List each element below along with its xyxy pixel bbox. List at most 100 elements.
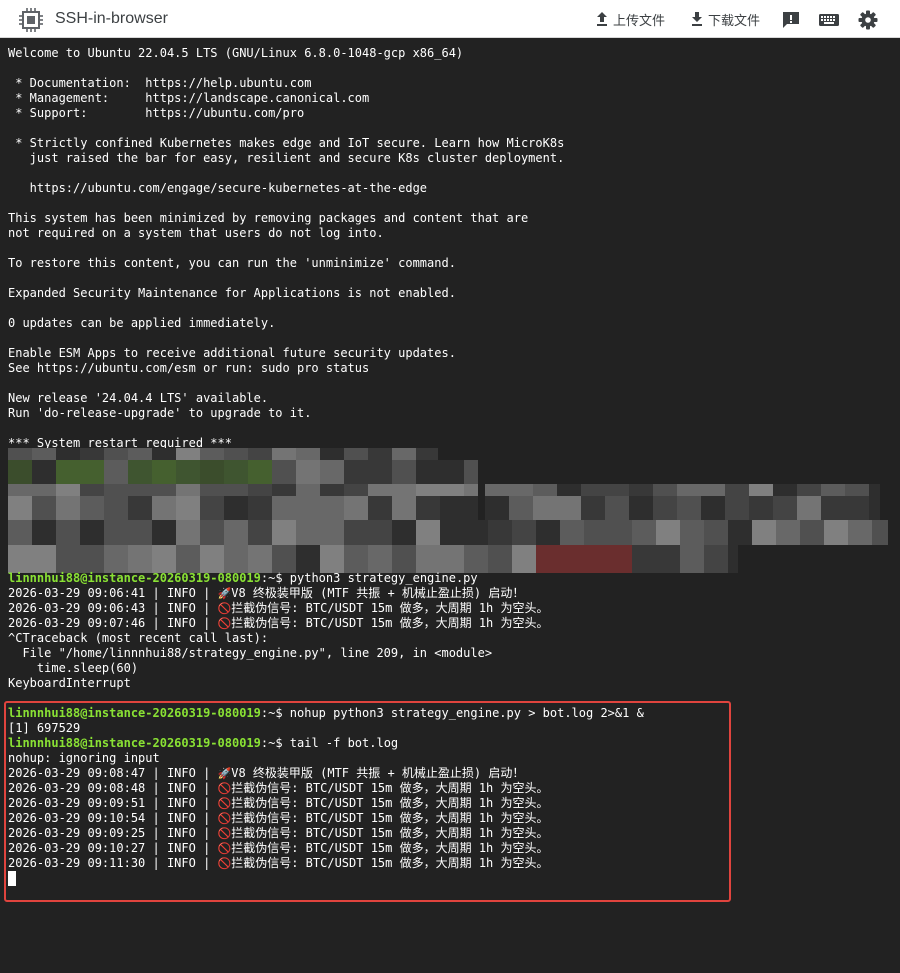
pixel-block [152, 520, 176, 545]
pixel-block [176, 496, 200, 520]
pixel-block [776, 520, 800, 545]
pixel-block [584, 545, 608, 573]
log-timestamp: 2026-03-29 09:06:41 [8, 586, 146, 600]
motd-line: This system has been minimized by removi… [8, 211, 529, 225]
pixel-block [320, 484, 344, 496]
traceback-line: File "/home/linnnhui88/strategy_engine.p… [8, 646, 493, 660]
log-message: V8 终极装甲版 (MTF 共振 + 机械止盈止损) 启动！ [231, 586, 525, 600]
download-icon [692, 12, 702, 26]
gear-icon[interactable] [857, 9, 879, 31]
pixel-block [32, 520, 56, 545]
pixel-block [560, 545, 584, 573]
download-file-button[interactable]: 下载文件 [689, 9, 760, 29]
pixel-block [128, 496, 152, 520]
pixel-block [272, 448, 296, 460]
pixel-block [8, 448, 32, 460]
pixel-block [80, 520, 104, 545]
pixel-block [200, 484, 224, 496]
log-message: 拦截伪信号: BTC/USDT 15m 做多，大周期 1h 为空头。 [231, 601, 549, 615]
pixel-block [344, 496, 368, 520]
app-title: SSH-in-browser [55, 10, 168, 27]
pixel-block [512, 520, 536, 545]
pixel-block [584, 520, 608, 545]
pixel-block [605, 496, 629, 520]
terminal[interactable]: Welcome to Ubuntu 22.04.5 LTS (GNU/Linux… [0, 38, 900, 973]
pixel-block [728, 520, 752, 545]
keyboard-icon[interactable] [818, 9, 840, 31]
pixel-block [272, 496, 296, 520]
prohibited-icon: 🚫 [217, 602, 232, 615]
pixel-block [557, 484, 581, 496]
pixel-block [512, 545, 536, 573]
pixel-block [32, 484, 56, 496]
pixel-block [104, 520, 128, 545]
pixel-block [296, 448, 320, 460]
pixel-block [392, 460, 416, 484]
pixel-block [128, 520, 152, 545]
pixel-block [8, 496, 32, 520]
pixel-block [128, 448, 152, 460]
pixel-block [653, 496, 677, 520]
pixel-block [509, 496, 533, 520]
pixel-block [320, 448, 344, 460]
pixel-block [8, 460, 32, 484]
pixel-block [248, 520, 272, 545]
pixel-block [80, 496, 104, 520]
pixel-block [392, 448, 416, 460]
pixel-block [152, 448, 176, 460]
pixel-block [80, 484, 104, 496]
pixel-block [800, 520, 824, 545]
log-line: 2026-03-29 09:06:41 | INFO | 🚀V8 终极装甲版 (… [8, 586, 524, 601]
pixel-block [629, 484, 653, 496]
pixel-block [416, 545, 440, 573]
pixel-block [320, 520, 344, 545]
pixel-block [296, 496, 320, 520]
pixel-block [272, 520, 296, 545]
log-timestamp: 2026-03-29 09:06:43 [8, 601, 146, 615]
pixel-block [416, 496, 440, 520]
pixel-block [416, 460, 440, 484]
upload-file-button[interactable]: 上传文件 [594, 9, 665, 29]
pixel-block [704, 520, 728, 545]
pixel-block [344, 484, 368, 496]
pixel-block [368, 484, 392, 496]
motd-line: To restore this content, you can run the… [8, 256, 456, 270]
motd-line: just raised the bar for easy, resilient … [8, 151, 565, 165]
pixel-block [176, 484, 200, 496]
feedback-icon[interactable] [780, 9, 802, 31]
pixel-block [629, 496, 653, 520]
pixel-block [464, 460, 478, 484]
pixel-block [533, 496, 557, 520]
pixel-block [152, 496, 176, 520]
log-level: | INFO | [145, 586, 218, 600]
pixel-block [224, 460, 248, 484]
pixel-block [32, 496, 56, 520]
pixel-block [656, 520, 680, 545]
pixel-block [248, 448, 272, 460]
pixel-block [56, 496, 80, 520]
motd-line: Expanded Security Maintenance for Applic… [8, 286, 456, 300]
pixel-block [821, 496, 845, 520]
pixel-block [509, 484, 533, 496]
upload-file-label: 上传文件 [613, 12, 666, 28]
log-level: | INFO | [145, 616, 218, 630]
pixel-block [128, 545, 152, 573]
log-level: | INFO | [145, 601, 218, 615]
log-line: 2026-03-29 09:06:43 | INFO | 🚫拦截伪信号: BTC… [8, 601, 549, 616]
pixel-block [152, 484, 176, 496]
prohibited-icon: 🚫 [217, 617, 232, 630]
pixel-block [224, 484, 248, 496]
pixel-block [104, 460, 128, 484]
pixel-block [272, 545, 296, 573]
pixel-block [725, 484, 749, 496]
pixel-block [368, 520, 392, 545]
pixel-block [296, 484, 320, 496]
pixel-block [32, 460, 56, 484]
pixel-block [8, 545, 32, 573]
log-timestamp: 2026-03-29 09:07:46 [8, 616, 146, 630]
pixel-block [296, 545, 320, 573]
pixel-block [200, 460, 224, 484]
pixel-block [344, 545, 368, 573]
pixel-block [869, 496, 880, 520]
pixel-block [701, 484, 725, 496]
